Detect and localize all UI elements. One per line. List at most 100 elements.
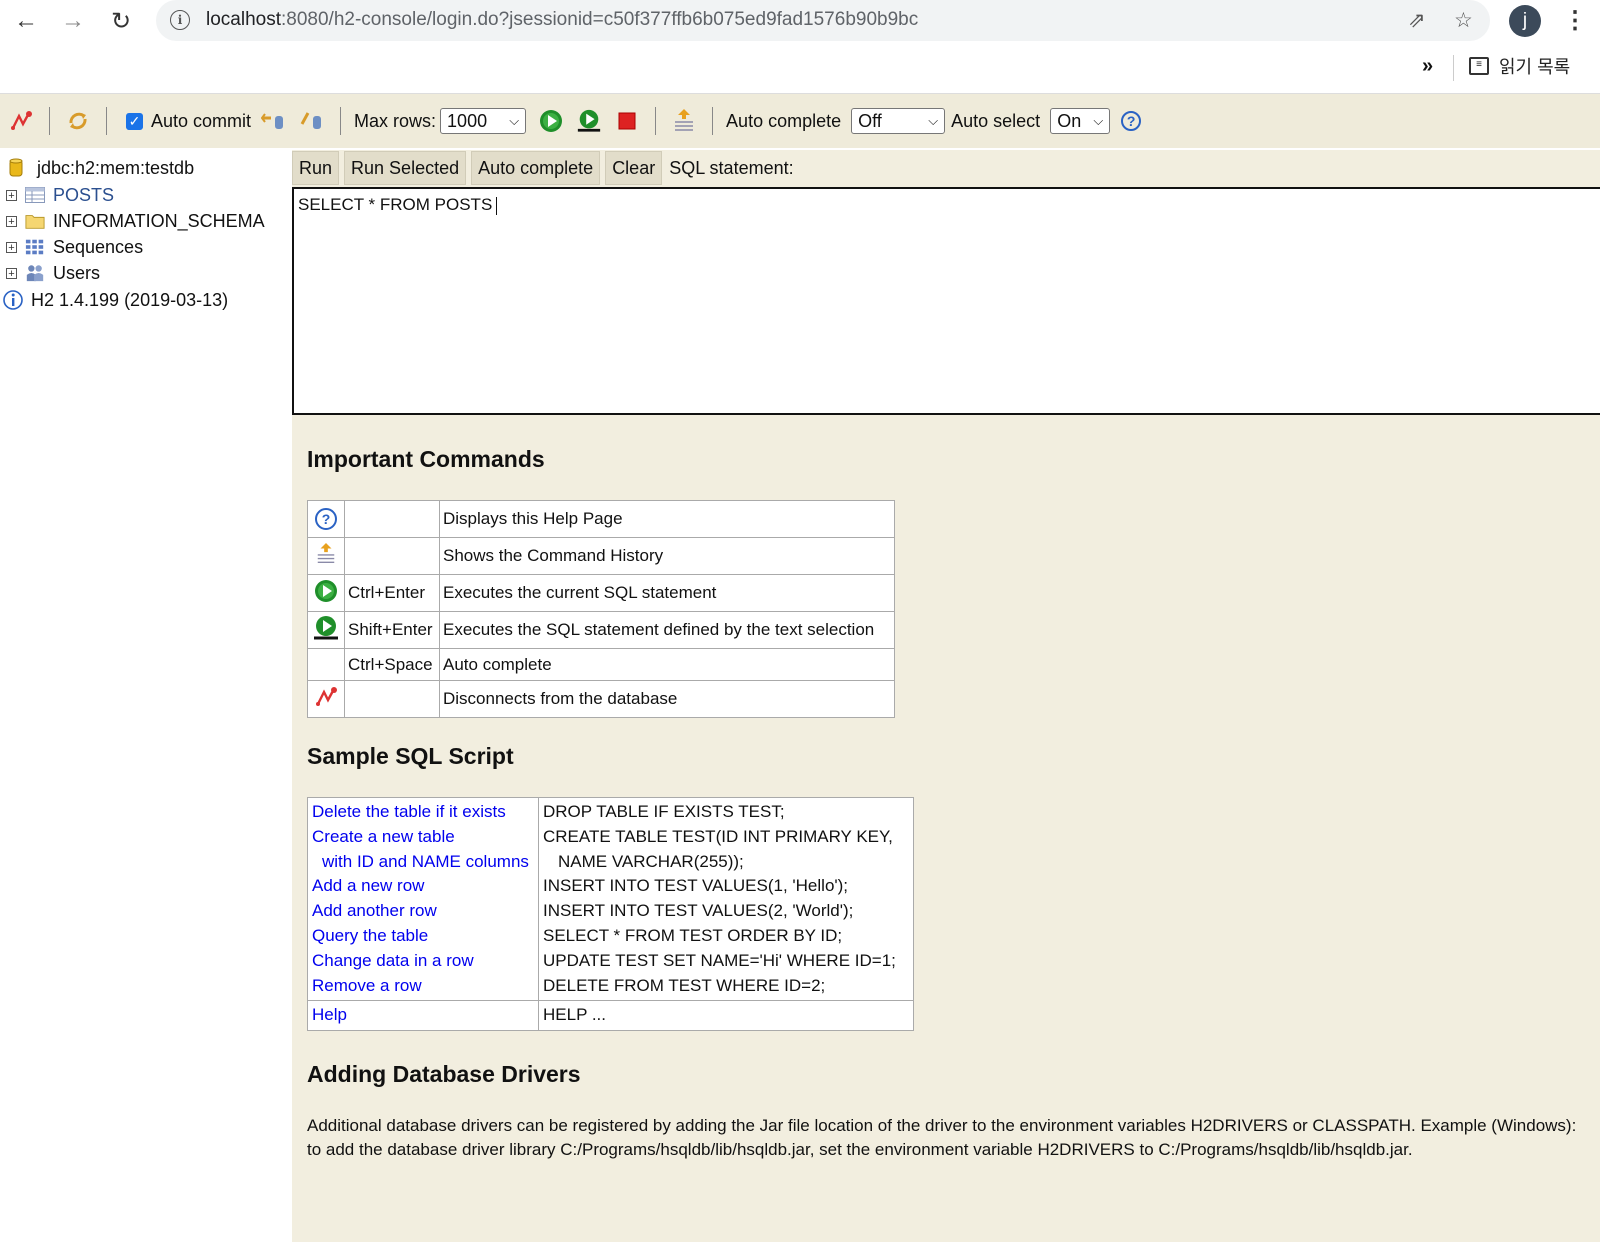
description-cell: Executes the SQL statement defined by th… xyxy=(439,611,895,649)
sql-line: INSERT INTO TEST VALUES(2, 'World'); xyxy=(543,901,854,921)
disconnect-icon[interactable] xyxy=(8,108,34,134)
users-icon xyxy=(25,264,45,282)
auto-commit-checkbox[interactable]: ✓ xyxy=(126,112,143,130)
table-row: Disconnects from the database xyxy=(307,680,895,718)
database-icon xyxy=(6,158,26,177)
tree-item-label: POSTS xyxy=(53,184,115,205)
help-link[interactable]: Help xyxy=(312,1005,347,1024)
chevron-down-icon: ⌵ xyxy=(1093,113,1104,128)
description-cell: Shows the Command History xyxy=(439,537,895,575)
remove-row-link[interactable]: Remove a row xyxy=(312,974,534,999)
site-info-icon[interactable]: i xyxy=(170,10,190,30)
tree-item-sequences[interactable]: + Sequences xyxy=(0,234,143,260)
sql-editor-text: SELECT * FROM POSTS xyxy=(298,195,493,214)
sql-line: UPDATE TEST SET NAME='Hi' WHERE ID=1; xyxy=(543,950,896,970)
back-icon[interactable]: ← xyxy=(9,4,43,38)
sql-button-bar: Run Run Selected Auto complete Clear SQL… xyxy=(292,151,794,185)
shortcut-cell: Ctrl+Enter xyxy=(344,574,440,612)
help-icon[interactable]: ? xyxy=(1118,108,1144,134)
description-cell: Auto complete xyxy=(439,648,895,681)
version-node: H2 1.4.199 (2019-03-13) xyxy=(0,287,228,313)
profile-avatar[interactable]: j xyxy=(1509,5,1541,37)
delete-table-link[interactable]: Delete the table if it exists xyxy=(312,800,534,825)
url-text[interactable]: localhost:8080/h2-console/login.do?jsess… xyxy=(206,9,918,31)
share-icon[interactable]: ⇗ xyxy=(1408,8,1426,33)
run-icon xyxy=(307,574,345,612)
address-bar[interactable]: i localhost:8080/h2-console/login.do?jse… xyxy=(156,0,1490,41)
table-row: Help HELP ... xyxy=(307,1000,914,1032)
help-link-cell: Help xyxy=(307,1000,539,1032)
browser-menu-icon[interactable]: ⋮ xyxy=(1563,6,1587,35)
run-selected-icon[interactable] xyxy=(576,108,602,134)
run-button[interactable]: Run xyxy=(292,151,340,185)
shortcut-cell xyxy=(344,680,440,718)
refresh-icon[interactable] xyxy=(65,108,91,134)
sql-line: DELETE FROM TEST WHERE ID=2; xyxy=(543,975,826,995)
bookmarks-divider xyxy=(1453,55,1454,81)
sample-sql-table: Delete the table if it exists Create a n… xyxy=(307,796,914,1032)
tree-item-label: INFORMATION_SCHEMA xyxy=(53,210,265,231)
rollback-icon[interactable] xyxy=(261,108,287,134)
forward-icon[interactable]: → xyxy=(56,4,90,38)
query-panel: Run Run Selected Auto complete Clear SQL… xyxy=(292,150,1600,1242)
expand-icon[interactable]: + xyxy=(6,241,17,253)
table-row: Ctrl+Space Auto complete xyxy=(307,648,895,681)
clear-button[interactable]: Clear xyxy=(605,151,663,185)
connection-label: jdbc:h2:mem:testdb xyxy=(37,157,195,178)
folder-icon xyxy=(25,212,45,230)
sql-line: DROP TABLE IF EXISTS TEST; xyxy=(543,802,785,821)
reading-list-label: 읽기 목록 xyxy=(1499,57,1571,77)
toolbar-divider xyxy=(340,107,342,135)
run-selected-button[interactable]: Run Selected xyxy=(344,151,467,185)
add-row-link[interactable]: Add a new row xyxy=(312,874,534,899)
table-row: Shows the Command History xyxy=(307,537,895,575)
empty-icon-cell xyxy=(307,648,345,681)
table-row: Ctrl+Enter Executes the current SQL stat… xyxy=(307,574,895,612)
toolbar-divider xyxy=(655,107,657,135)
drivers-paragraph: Additional database drivers can be regis… xyxy=(307,1116,1577,1159)
expand-icon[interactable]: + xyxy=(6,189,17,201)
reading-list-button[interactable]: ≡ 읽기 목록 xyxy=(1469,53,1570,79)
auto-select-select[interactable]: On ⌵ xyxy=(1050,108,1111,134)
h2-toolbar: ✓ Auto commit Max rows: 1000 ⌵ Auto compl… xyxy=(0,94,1600,148)
tree-item-posts[interactable]: + POSTS xyxy=(0,182,114,208)
description-cell: Disconnects from the database xyxy=(439,680,895,718)
disconnect-icon xyxy=(307,680,345,718)
run-selected-icon xyxy=(307,611,345,649)
history-icon[interactable] xyxy=(671,108,697,134)
stop-icon[interactable] xyxy=(614,108,640,134)
create-table-link-continued[interactable]: with ID and NAME columns xyxy=(312,850,534,875)
bookmark-star-icon[interactable]: ☆ xyxy=(1454,8,1473,33)
important-commands-heading: Important Commands xyxy=(307,446,545,472)
commit-icon[interactable] xyxy=(299,108,325,134)
run-icon[interactable] xyxy=(538,108,564,134)
chevron-down-icon: ⌵ xyxy=(509,113,520,128)
auto-commit-label: Auto commit xyxy=(151,110,252,131)
sql-editor[interactable]: SELECT * FROM POSTS xyxy=(292,187,1600,415)
auto-complete-select[interactable]: Off ⌵ xyxy=(851,108,946,134)
create-table-link[interactable]: Create a new table xyxy=(312,825,534,850)
info-icon xyxy=(3,290,23,310)
toolbar-divider xyxy=(106,107,107,135)
sequences-icon xyxy=(25,238,45,256)
description-cell: Displays this Help Page xyxy=(439,500,895,538)
sample-sql-heading: Sample SQL Script xyxy=(307,743,514,769)
change-data-link[interactable]: Change data in a row xyxy=(312,949,534,974)
bookmarks-bar: » ≡ 읽기 목록 xyxy=(0,43,1600,94)
max-rows-select[interactable]: 1000 ⌵ xyxy=(440,108,527,134)
max-rows-label: Max rows: xyxy=(354,110,437,131)
table-row: Shift+Enter Executes the SQL statement d… xyxy=(307,611,895,649)
tree-item-information-schema[interactable]: + INFORMATION_SCHEMA xyxy=(0,208,265,234)
reload-icon[interactable]: ↻ xyxy=(104,4,138,38)
expand-icon[interactable]: + xyxy=(6,267,17,279)
add-another-row-link[interactable]: Add another row xyxy=(312,899,534,924)
shortcut-cell: Shift+Enter xyxy=(344,611,440,649)
bookmarks-overflow-icon[interactable]: » xyxy=(1422,55,1433,78)
commands-table: ? Displays this Help Page Shows the Comm… xyxy=(307,500,895,718)
tree-item-users[interactable]: + Users xyxy=(0,260,100,286)
expand-icon[interactable]: + xyxy=(6,215,17,227)
auto-complete-button[interactable]: Auto complete xyxy=(471,151,601,185)
query-table-link[interactable]: Query the table xyxy=(312,924,534,949)
sql-line: SELECT * FROM TEST ORDER BY ID; xyxy=(543,925,843,945)
connection-node[interactable]: jdbc:h2:mem:testdb xyxy=(0,155,194,181)
